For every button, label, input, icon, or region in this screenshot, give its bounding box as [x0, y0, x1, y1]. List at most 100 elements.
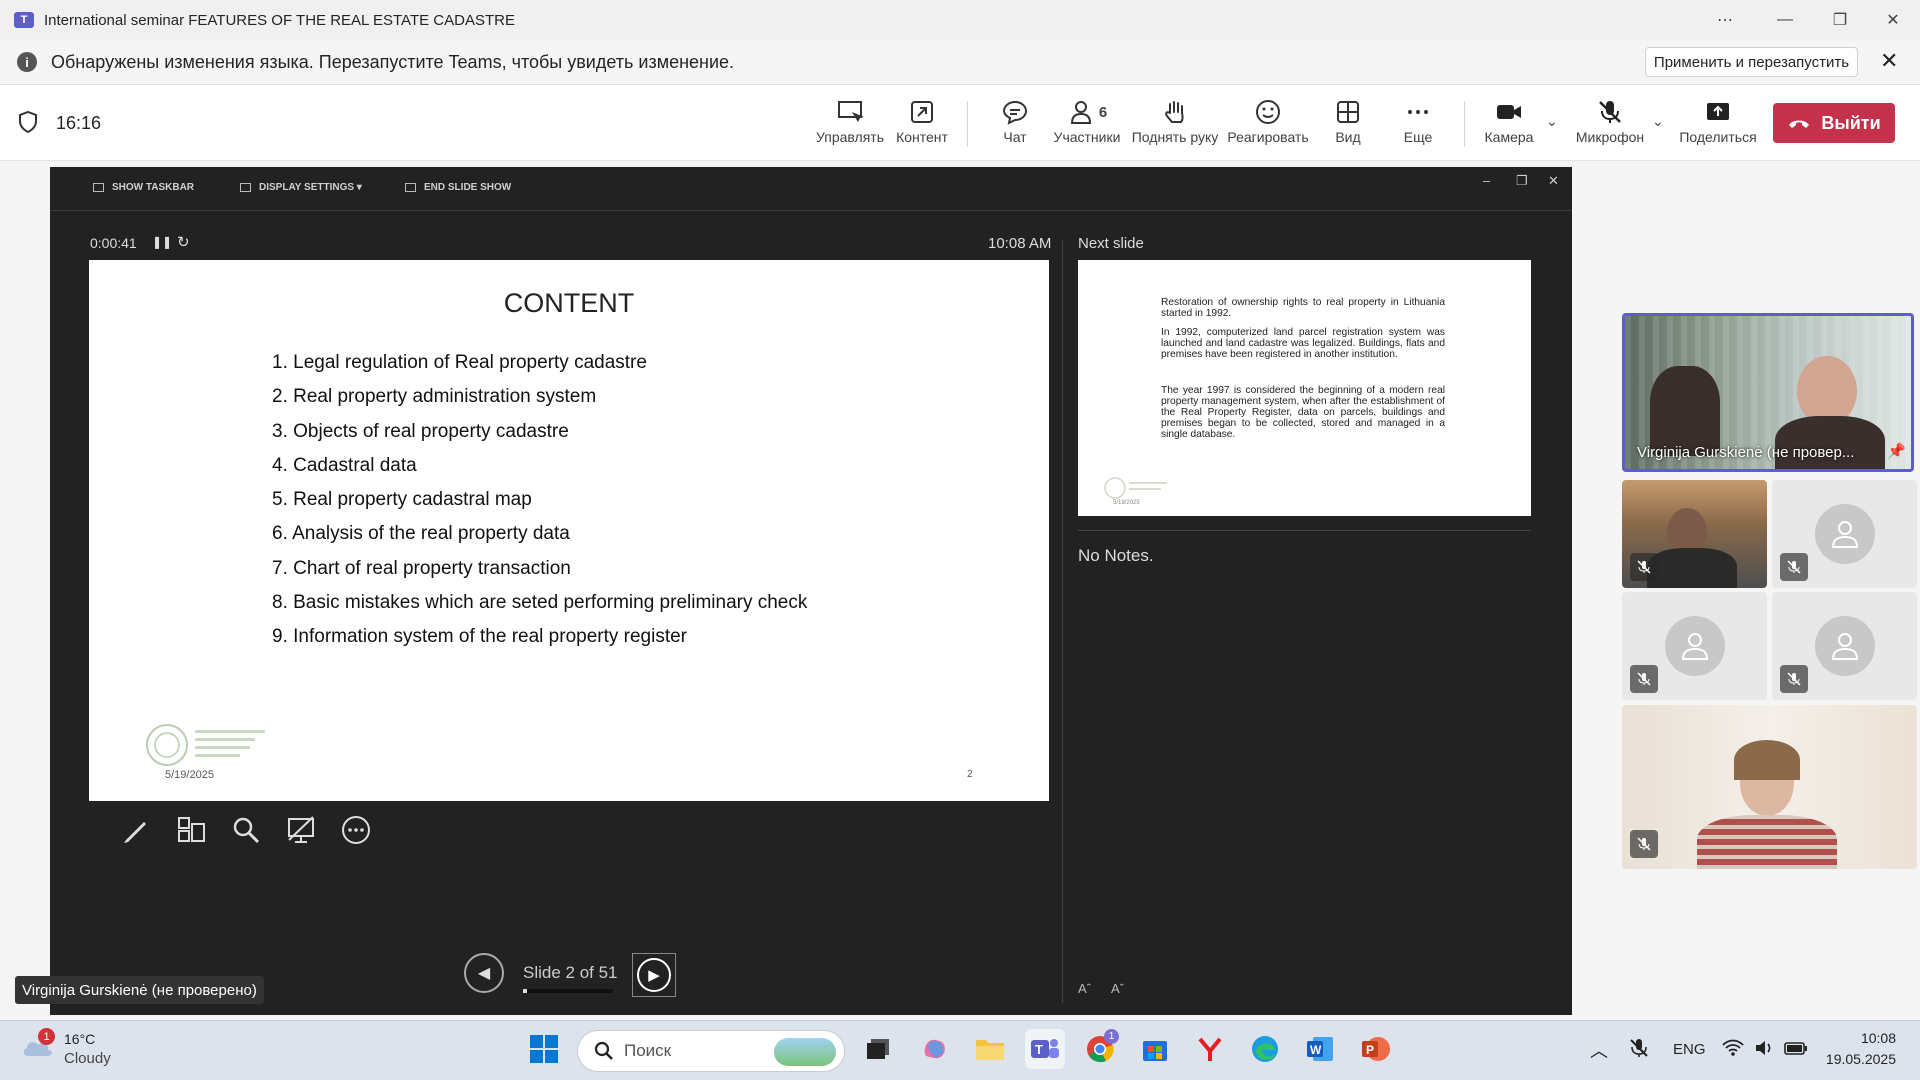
increase-font-icon[interactable]: Aˆ [1078, 981, 1091, 996]
taskbar-search[interactable]: Поиск [577, 1030, 845, 1072]
pause-icon[interactable]: ❚❚ [152, 235, 172, 249]
copilot-button[interactable] [915, 1029, 955, 1069]
participant-tile[interactable] [1772, 592, 1917, 700]
hand-icon [1165, 101, 1184, 123]
start-button[interactable] [524, 1029, 564, 1069]
next-slide-button[interactable]: ▶ [632, 953, 676, 997]
display-settings-icon [240, 183, 251, 192]
edge-button[interactable] [1245, 1029, 1285, 1069]
content-button[interactable]: Контент [892, 95, 952, 145]
pen-tool-button[interactable] [118, 812, 154, 848]
chevron-right-icon: ▶ [637, 958, 671, 992]
weather-widget[interactable]: 1 [20, 1028, 56, 1060]
presenter-minimize-button[interactable]: – [1483, 173, 1490, 188]
decrease-font-icon[interactable]: Aˇ [1111, 981, 1124, 996]
participant-tile[interactable] [1772, 480, 1917, 588]
reset-timer-icon[interactable]: ↻ [177, 233, 190, 251]
more-options-button[interactable] [338, 812, 374, 848]
slide-date: 5/19/2025 [165, 769, 214, 781]
zoom-button[interactable] [228, 812, 264, 848]
close-icon[interactable]: ✕ [1880, 48, 1898, 74]
teams-taskbar-button[interactable]: T [1025, 1029, 1065, 1069]
black-screen-button[interactable] [283, 812, 319, 848]
phone-hangup-icon [1789, 120, 1810, 128]
search-placeholder: Поиск [624, 1041, 672, 1060]
participant-tile[interactable] [1622, 480, 1767, 588]
more-button[interactable]: Еще [1400, 95, 1436, 145]
microsoft-store-button[interactable] [1135, 1029, 1175, 1069]
window-title: International seminar FEATURES OF THE RE… [44, 11, 515, 29]
participants-button[interactable]: 6 Участники [1052, 95, 1122, 145]
weather-temperature: 16°C [64, 1031, 96, 1047]
language-indicator[interactable]: ENG [1673, 1041, 1706, 1058]
powerpoint-button[interactable]: P [1355, 1029, 1395, 1069]
restore-button[interactable]: ❐ [1815, 0, 1865, 40]
slides-grid-icon [178, 817, 205, 842]
meeting-timer: 16:16 [56, 113, 102, 133]
clock-time[interactable]: 10:08 [1836, 1030, 1896, 1046]
close-window-button[interactable]: ✕ [1868, 0, 1918, 40]
chrome-button[interactable]: 1 [1080, 1029, 1120, 1069]
view-button[interactable]: Вид [1330, 95, 1366, 145]
word-button[interactable]: W [1300, 1029, 1340, 1069]
manage-button[interactable]: Управлять [815, 95, 885, 145]
participant-figure [1647, 548, 1737, 588]
notes-font-controls: Aˆ Aˇ [1078, 981, 1124, 996]
minimize-button[interactable]: — [1760, 0, 1810, 40]
system-tray[interactable] [1722, 1039, 1808, 1057]
chevron-left-icon: ◀ [477, 965, 491, 982]
show-taskbar-button[interactable]: SHOW TASKBAR [93, 182, 194, 193]
presenter-clock: 10:08 AM [988, 235, 1052, 252]
more-options-icon[interactable]: ⋯ [1700, 0, 1750, 40]
yandex-icon [1198, 1037, 1222, 1061]
svg-text:P: P [1366, 1043, 1374, 1057]
participant-tile-pinned[interactable]: Virginija Gurskienė (не провер... 📌 [1622, 313, 1914, 472]
presenter-close-button[interactable]: ✕ [1548, 173, 1559, 189]
banner-message: Обнаружены изменения языка. Перезапустит… [51, 51, 735, 72]
participant-tile[interactable] [1622, 592, 1767, 700]
display-settings-button[interactable]: DISPLAY SETTINGS ▾ [240, 182, 362, 193]
task-view-button[interactable] [858, 1029, 898, 1069]
leave-button[interactable]: Выйти [1773, 103, 1895, 143]
weather-description: Cloudy [64, 1050, 111, 1067]
mic-off-icon [1787, 560, 1801, 574]
chat-button[interactable]: Чат [995, 95, 1035, 145]
next-slide-label: Next slide [1078, 235, 1144, 252]
previous-slide-button[interactable]: ◀ [464, 953, 504, 993]
share-button[interactable]: Поделиться [1679, 95, 1757, 145]
raise-hand-button[interactable]: Поднять руку [1130, 95, 1220, 145]
meeting-toolbar: 16:16 Управлять Контент Чат 6 Участники … [0, 85, 1920, 161]
pin-icon[interactable]: 📌 [1887, 442, 1906, 460]
file-explorer-button[interactable] [970, 1029, 1010, 1069]
camera-options-chevron-icon[interactable]: ⌄ [1546, 113, 1558, 130]
next-slide-preview[interactable]: Restoration of ownership rights to real … [1078, 260, 1531, 516]
muted-indicator [1780, 553, 1808, 581]
magnifier-icon [233, 817, 260, 844]
speaker-notes: No Notes. [1078, 546, 1154, 565]
task-view-icon [867, 1039, 889, 1059]
person-icon [1831, 521, 1859, 548]
presenter-restore-button[interactable]: ❐ [1516, 173, 1528, 189]
participant-tile[interactable] [1622, 705, 1917, 869]
yandex-browser-button[interactable] [1190, 1029, 1230, 1069]
react-button[interactable]: Реагировать [1227, 95, 1309, 145]
university-logo [1104, 477, 1167, 499]
share-icon [1707, 103, 1729, 120]
muted-indicator [1780, 665, 1808, 693]
see-all-slides-button[interactable] [173, 812, 209, 848]
notification-badge: 1 [1104, 1029, 1119, 1044]
mic-muted-tray[interactable] [1628, 1037, 1650, 1064]
camera-button[interactable]: Камера [1484, 95, 1534, 145]
divider [967, 101, 968, 147]
clock-date[interactable]: 19.05.2025 [1816, 1051, 1896, 1067]
participants-count: 6 [1098, 103, 1108, 121]
windows-taskbar: 1 16°C Cloudy Поиск T 1 W P ︿ ENG 10:08 … [0, 1020, 1920, 1080]
list-item: 1. Legal regulation of Real property cad… [272, 352, 647, 373]
chevron-up-icon[interactable]: ︿ [1590, 1037, 1608, 1063]
teams-icon: T [14, 12, 34, 28]
list-item: 6. Analysis of the real property data [272, 523, 570, 545]
mic-button[interactable]: Микрофон [1575, 95, 1645, 145]
restart-button[interactable]: Применить и перезапустить [1645, 47, 1858, 77]
mic-options-chevron-icon[interactable]: ⌄ [1652, 113, 1664, 130]
end-slide-show-button[interactable]: END SLIDE SHOW [405, 182, 511, 193]
